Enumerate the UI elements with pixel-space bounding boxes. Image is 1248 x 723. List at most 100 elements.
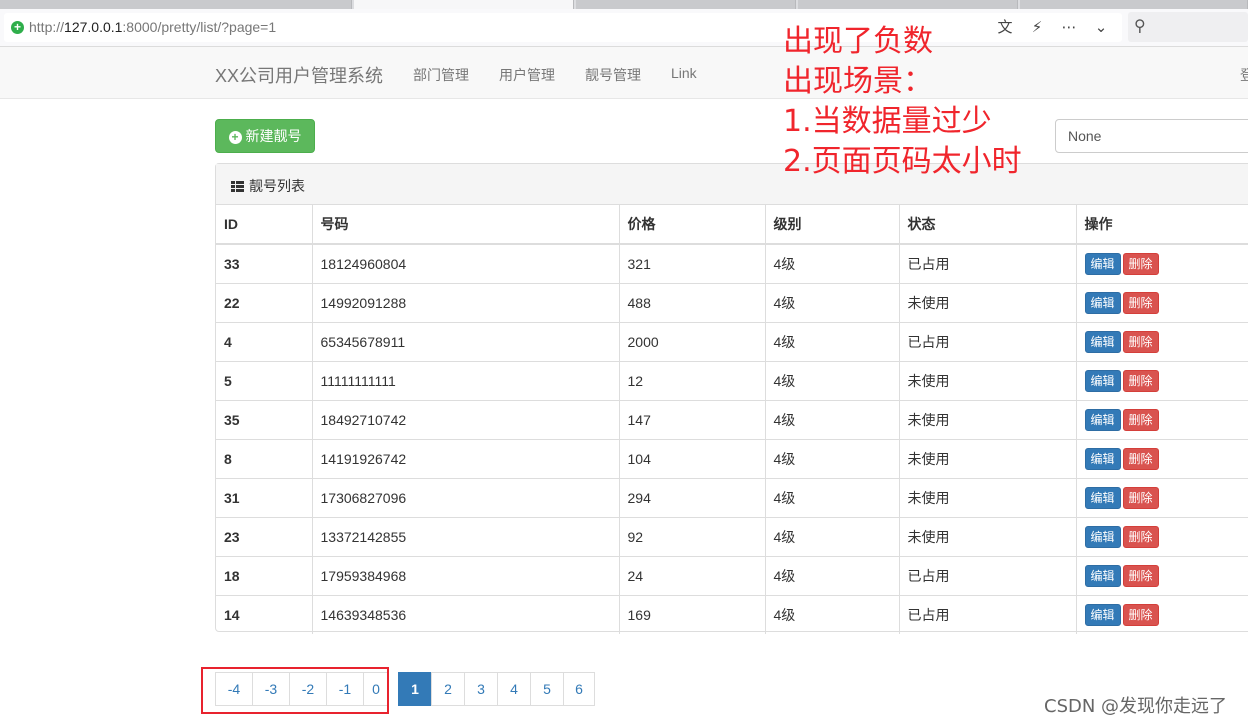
cell-status: 未使用: [898, 477, 1076, 517]
delete-button[interactable]: 删除: [1122, 525, 1159, 548]
table-row: 23 13372142855 92 4级 未使用 编辑 删除: [216, 516, 1248, 556]
cell-price: 92: [618, 516, 765, 556]
cell-id: 35: [216, 399, 312, 439]
header-status: 状态: [898, 205, 1076, 245]
cell-actions: 编辑 删除: [1075, 438, 1248, 478]
cell-price: 169: [618, 594, 765, 634]
nav-link-pretty[interactable]: 靓号管理: [585, 65, 641, 85]
delete-button[interactable]: 删除: [1122, 603, 1159, 626]
edit-button[interactable]: 编辑: [1084, 252, 1121, 275]
edit-button[interactable]: 编辑: [1084, 447, 1121, 470]
page-link[interactable]: 3: [464, 672, 498, 706]
edit-button[interactable]: 编辑: [1084, 330, 1121, 353]
annotation-line: 出现了负数: [783, 24, 933, 59]
chevron-down-icon[interactable]: ⌄: [1090, 17, 1112, 39]
browser-search-box[interactable]: ⚲: [1128, 12, 1248, 42]
cell-status: 未使用: [898, 399, 1076, 439]
cell-status: 已占用: [898, 594, 1076, 634]
page-link[interactable]: 6: [563, 672, 595, 706]
delete-button[interactable]: 删除: [1122, 408, 1159, 431]
edit-button[interactable]: 编辑: [1084, 369, 1121, 392]
cell-actions: 编辑 删除: [1075, 477, 1248, 517]
cell-level: 4级: [764, 321, 899, 361]
cell-status: 已占用: [898, 321, 1076, 361]
edit-button[interactable]: 编辑: [1084, 525, 1121, 548]
edit-button[interactable]: 编辑: [1084, 291, 1121, 314]
new-number-label: 新建靓号: [245, 128, 302, 144]
cell-level: 4级: [764, 243, 899, 283]
number-list-panel: 靓号列表 ID 号码 价格 级别 状态 操作 33 18124960804 321 4…: [215, 163, 1248, 634]
delete-button[interactable]: 删除: [1122, 486, 1159, 509]
table-row: 5 11111111111 12 4级 未使用 编辑 删除: [216, 360, 1248, 400]
cell-actions: 编辑 删除: [1075, 516, 1248, 556]
cell-mobile: 18124960804: [311, 243, 619, 283]
cell-status: 已占用: [898, 243, 1076, 283]
browser-tab-active[interactable]: [354, 0, 574, 9]
delete-button[interactable]: 删除: [1122, 252, 1159, 275]
cell-level: 4级: [764, 399, 899, 439]
filter-select[interactable]: None: [1055, 119, 1248, 153]
cell-level: 4级: [764, 360, 899, 400]
brand-title[interactable]: XX公司用户管理系统: [215, 62, 383, 88]
cell-price: 488: [618, 282, 765, 322]
cell-actions: 编辑 删除: [1075, 360, 1248, 400]
new-number-button[interactable]: + 新建靓号: [215, 119, 315, 153]
cell-mobile: 14191926742: [311, 438, 619, 478]
edit-button[interactable]: 编辑: [1084, 603, 1121, 626]
table-header-row: ID 号码 价格 级别 状态 操作: [216, 205, 1248, 245]
cell-mobile: 65345678911: [311, 321, 619, 361]
annotation-line: 出现场景：: [783, 64, 933, 99]
header-actions: 操作: [1075, 205, 1248, 245]
more-icon[interactable]: ⋯: [1058, 17, 1080, 39]
cell-level: 4级: [764, 438, 899, 478]
cell-level: 4级: [764, 555, 899, 595]
cell-price: 147: [618, 399, 765, 439]
annotation-line: 2.页面页码太小时: [783, 144, 1022, 179]
table-row: 8 14191926742 104 4级 未使用 编辑 删除: [216, 438, 1248, 478]
nav-link-link[interactable]: Link: [671, 65, 697, 81]
page-link[interactable]: 5: [530, 672, 564, 706]
page-link[interactable]: 1: [398, 672, 432, 706]
list-icon: [231, 181, 244, 192]
cell-price: 294: [618, 477, 765, 517]
cell-price: 104: [618, 438, 765, 478]
edit-button[interactable]: 编辑: [1084, 486, 1121, 509]
table-row: 18 17959384968 24 4级 已占用 编辑 删除: [216, 555, 1248, 595]
edit-button[interactable]: 编辑: [1084, 408, 1121, 431]
cell-actions: 编辑 删除: [1075, 555, 1248, 595]
nav-login-link[interactable]: 登: [1240, 65, 1248, 85]
browser-tab[interactable]: [798, 0, 1018, 9]
header-id: ID: [216, 205, 312, 245]
cell-price: 2000: [618, 321, 765, 361]
edit-button[interactable]: 编辑: [1084, 564, 1121, 587]
table-row: 35 18492710742 147 4级 未使用 编辑 删除: [216, 399, 1248, 439]
watermark: CSDN @发现你走远了: [1044, 696, 1228, 717]
lightning-icon[interactable]: ⚡: [1026, 17, 1048, 39]
cell-mobile: 11111111111: [311, 360, 619, 400]
url-text: http://127.0.0.1:8000/pretty/list/?page=…: [29, 19, 277, 35]
delete-button[interactable]: 删除: [1122, 564, 1159, 587]
cell-level: 4级: [764, 282, 899, 322]
cell-price: 321: [618, 243, 765, 283]
cell-mobile: 13372142855: [311, 516, 619, 556]
page-link[interactable]: 4: [497, 672, 531, 706]
browser-tab[interactable]: [0, 0, 352, 9]
cell-id: 23: [216, 516, 312, 556]
delete-button[interactable]: 删除: [1122, 447, 1159, 470]
delete-button[interactable]: 删除: [1122, 291, 1159, 314]
browser-tab[interactable]: [576, 0, 796, 9]
number-table: ID 号码 价格 级别 状态 操作 33 18124960804 321 4级 已占用编…: [216, 205, 1248, 634]
nav-link-department[interactable]: 部门管理: [413, 65, 469, 85]
magnifier-icon: ⚲: [1134, 18, 1146, 35]
cell-status: 未使用: [898, 360, 1076, 400]
plus-circle-icon: +: [228, 131, 242, 144]
header-mobile: 号码: [311, 205, 619, 245]
delete-button[interactable]: 删除: [1122, 330, 1159, 353]
nav-link-user[interactable]: 用户管理: [499, 65, 555, 85]
delete-button[interactable]: 删除: [1122, 369, 1159, 392]
browser-tab[interactable]: [1020, 0, 1248, 9]
table-row: 31 17306827096 294 4级 未使用 编辑 删除: [216, 477, 1248, 517]
cell-price: 24: [618, 555, 765, 595]
cell-level: 4级: [764, 516, 899, 556]
page-link[interactable]: 2: [431, 672, 465, 706]
